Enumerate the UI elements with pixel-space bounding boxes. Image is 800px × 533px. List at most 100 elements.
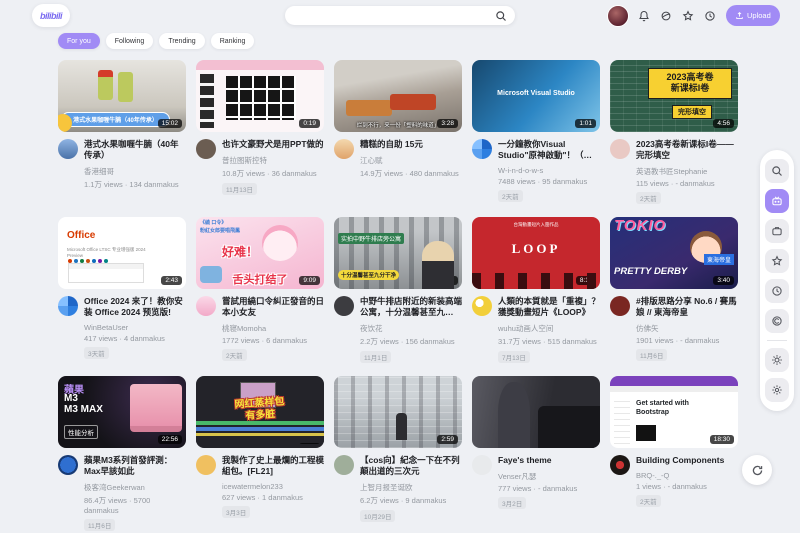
channel-name[interactable]: 香港细哥	[84, 166, 186, 177]
channel-name[interactable]: 上智月报圣诞欧	[360, 482, 462, 493]
video-title[interactable]: 也许文豪野犬是用PPT做的	[222, 139, 324, 150]
video-card[interactable]: 《繞 口令》 粉紅女郎要唱飛鳳 好难！ 舌头打结了 9:09 嘗試用繞口令糾正發…	[196, 217, 324, 365]
user-avatar[interactable]	[607, 5, 629, 27]
star-icon[interactable]	[680, 9, 695, 24]
tab-following[interactable]: Following	[106, 33, 154, 49]
video-title[interactable]: Building Components	[636, 455, 738, 466]
channel-avatar[interactable]	[334, 296, 354, 316]
channel-avatar[interactable]	[610, 296, 630, 316]
channel-avatar[interactable]	[196, 139, 216, 159]
video-thumbnail[interactable]: 实拍中野牛排店旁公寓 十分温馨甚至九分干净 6:15	[334, 217, 462, 289]
video-thumbnail[interactable]: 1:46	[472, 376, 600, 448]
bell-icon[interactable]	[636, 9, 651, 24]
channel-avatar[interactable]	[196, 296, 216, 316]
video-card[interactable]: 0:19 也许文豪野犬是用PPT做的 普拉图斯控特 10.8万 views · …	[196, 60, 324, 206]
video-title[interactable]: 2023高考卷新课标I卷——完形填空	[636, 139, 738, 161]
creator-icon[interactable]	[765, 309, 789, 333]
video-card[interactable]: 1:46 Faye's theme Venser凡瑟 777 views · -…	[472, 376, 600, 533]
video-title[interactable]: #排版思路分享 No.6 / 賽馬娘 // 東海帝皇	[636, 296, 738, 318]
video-title[interactable]: 【cos向】紀念一下在不列顛出道的三次元	[360, 455, 462, 477]
search-icon[interactable]	[765, 159, 789, 183]
bag-icon[interactable]	[765, 219, 789, 243]
video-thumbnail[interactable]: 蘋果 M3 M3 MAX 性能分析 22:56	[58, 376, 186, 448]
video-card[interactable]: 港式水果咖喱牛腩（40年传承） 15:02 港式水果咖喱牛腩（40年传承） 香港…	[58, 60, 186, 206]
date-badge: 3月2日	[498, 497, 526, 509]
video-card[interactable]: 蘋果 M3 M3 MAX 性能分析 22:56 蘋果M3系列首發評測：Max早該…	[58, 376, 186, 533]
site-logo[interactable]: bilibili	[32, 4, 70, 27]
sun-icon[interactable]	[765, 348, 789, 372]
channel-avatar[interactable]	[58, 455, 78, 475]
channel-name[interactable]: Venser凡瑟	[498, 471, 600, 482]
channel-name[interactable]: 夜饮花	[360, 323, 462, 334]
channel-name[interactable]: BRQ-._-Q	[636, 471, 738, 480]
video-thumbnail[interactable]: 台灣動畫短片入圍作品 LOOP 8:11	[472, 217, 600, 289]
refresh-button[interactable]	[742, 455, 772, 485]
video-title[interactable]: 港式水果咖喱牛腩（40年传承）	[84, 139, 186, 161]
tab-trending[interactable]: Trending	[159, 33, 204, 49]
video-thumbnail[interactable]: TOKIO PRETTY DERBY 東海帝皇 3:40	[610, 217, 738, 289]
video-title[interactable]: 人類的本質就是「重複」？獲獎動畫短片《LOOP》	[498, 296, 600, 318]
video-title[interactable]: Office 2024 来了！教你安装 Office 2024 预览版!	[84, 296, 186, 318]
channel-avatar[interactable]	[196, 455, 216, 475]
channel-name[interactable]: 普拉图斯控特	[222, 155, 324, 166]
history-icon[interactable]	[702, 9, 717, 24]
video-thumbnail[interactable]: 港式水果咖喱牛腩（40年传承） 15:02	[58, 60, 186, 132]
video-title[interactable]: 蘋果M3系列首發評測：Max早該如此	[84, 455, 186, 477]
channel-name[interactable]: 仿佛矢	[636, 323, 738, 334]
dynamic-icon[interactable]	[658, 9, 673, 24]
search-input[interactable]	[292, 11, 493, 20]
channel-avatar[interactable]	[610, 139, 630, 159]
video-card[interactable]: Microsoft Visual Studio 1:01 一分鐘教你Visual…	[472, 60, 600, 206]
channel-avatar[interactable]	[58, 296, 78, 316]
video-title[interactable]: 一分鐘教你Visual Studio"原神啟動"！（適用於Blend）	[498, 139, 600, 161]
video-thumbnail[interactable]: 烂到不行，来一份「塑料的味道」 3:28	[334, 60, 462, 132]
channel-name[interactable]: 极客湾Geekerwan	[84, 482, 186, 493]
video-thumbnail[interactable]: 0:19	[196, 60, 324, 132]
video-title[interactable]: 嘗試用繞口令糾正發音的日本小女友	[222, 296, 324, 318]
channel-name[interactable]: wuhu动画人空间	[498, 323, 600, 334]
video-thumbnail[interactable]: Office Microsoft Office LTSC 专业增强版 2024 …	[58, 217, 186, 289]
history-icon[interactable]	[765, 279, 789, 303]
star-icon[interactable]	[765, 249, 789, 273]
video-thumbnail[interactable]: 《繞 口令》 粉紅女郎要唱飛鳳 好难！ 舌头打结了 9:09	[196, 217, 324, 289]
video-card[interactable]: 烂到不行，来一份「塑料的味道」 3:28 糟糕的自助 15元 江心赋 14.9万…	[334, 60, 462, 206]
channel-name[interactable]: 英语教书匠Stephanie	[636, 166, 738, 177]
video-card[interactable]: 网红蒸样包 有多脏 2:02 我製作了史上最爛的工程模組包。[FL21] ice…	[196, 376, 324, 533]
video-card[interactable]: 台灣動畫短片入圍作品 LOOP 8:11 人類的本質就是「重複」？獲獎動畫短片《…	[472, 217, 600, 365]
channel-avatar[interactable]	[334, 455, 354, 475]
channel-avatar[interactable]	[472, 296, 492, 316]
tv-icon[interactable]	[765, 189, 789, 213]
video-title[interactable]: 我製作了史上最爛的工程模組包。[FL21]	[222, 455, 324, 477]
channel-avatar[interactable]	[610, 455, 630, 475]
gear-icon[interactable]	[765, 378, 789, 402]
channel-name[interactable]: 江心赋	[360, 155, 462, 166]
video-title[interactable]: Faye's theme	[498, 455, 600, 466]
video-card[interactable]: Get started with Bootstrap 18:30 Buildin…	[610, 376, 738, 533]
video-thumbnail[interactable]: Microsoft Visual Studio 1:01	[472, 60, 600, 132]
video-card[interactable]: Office Microsoft Office LTSC 专业增强版 2024 …	[58, 217, 186, 365]
channel-avatar[interactable]	[58, 139, 78, 159]
tab-ranking[interactable]: Ranking	[211, 33, 255, 49]
upload-button[interactable]: Upload	[726, 5, 780, 26]
video-title[interactable]: 糟糕的自助 15元	[360, 139, 462, 150]
tab-for-you[interactable]: For you	[58, 33, 100, 49]
channel-name[interactable]: 桃寝Momoha	[222, 323, 324, 334]
channel-avatar[interactable]	[334, 139, 354, 159]
video-card[interactable]: TOKIO PRETTY DERBY 東海帝皇 3:40 #排版思路分享 No.…	[610, 217, 738, 365]
channel-avatar[interactable]	[472, 455, 492, 475]
video-thumbnail[interactable]: 网红蒸样包 有多脏 2:02	[196, 376, 324, 448]
video-card[interactable]: 2023高考卷 新课标I卷 完形填空 4:56 2023高考卷新课标I卷——完形…	[610, 60, 738, 206]
channel-name[interactable]: WinBetaUser	[84, 323, 186, 332]
thumbnail-overlay-mid: Get started with Bootstrap	[636, 400, 689, 418]
channel-name[interactable]: W-i-n-d-o-w-s	[498, 166, 600, 175]
video-thumbnail[interactable]: Get started with Bootstrap 18:30	[610, 376, 738, 448]
channel-avatar[interactable]	[472, 139, 492, 159]
video-card[interactable]: 实拍中野牛排店旁公寓 十分温馨甚至九分干净 6:15 中野牛排店附近的新装高端公…	[334, 217, 462, 365]
video-title[interactable]: 中野牛排店附近的新装高端公寓，十分温馨甚至九分干净	[360, 296, 462, 318]
channel-name[interactable]: icewatermelon233	[222, 482, 324, 491]
search-icon[interactable]	[493, 8, 508, 23]
video-card[interactable]: 2:59 【cos向】紀念一下在不列顛出道的三次元 上智月报圣诞欧 6.2万 v…	[334, 376, 462, 533]
video-thumbnail[interactable]: 2023高考卷 新课标I卷 完形填空 4:56	[610, 60, 738, 132]
video-thumbnail[interactable]: 2:59	[334, 376, 462, 448]
search-bar[interactable]	[285, 6, 515, 25]
